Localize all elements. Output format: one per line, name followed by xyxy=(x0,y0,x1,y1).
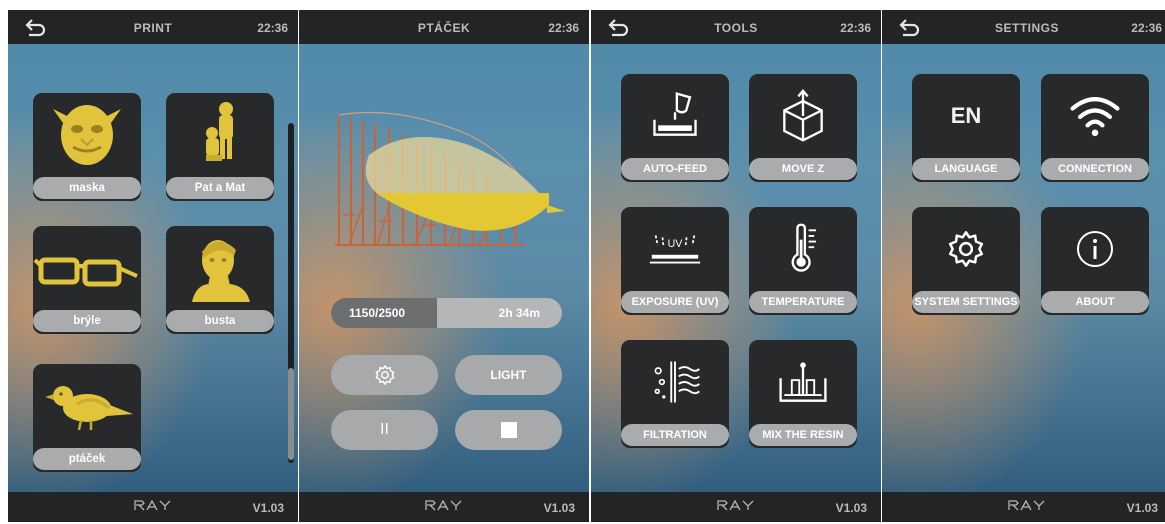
model-label: maska xyxy=(33,177,141,199)
top-bar: PTÁČEK 22:36 xyxy=(299,10,589,44)
tool-label: MOVE Z xyxy=(749,158,857,180)
tool-filtration[interactable]: FILTRATION xyxy=(621,340,729,448)
clock: 22:36 xyxy=(257,21,288,35)
model-tile-maska[interactable]: maska xyxy=(33,93,141,201)
version-label: V1.03 xyxy=(252,501,284,515)
model-label: brýle xyxy=(33,310,141,332)
model-label: Pat a Mat xyxy=(166,177,274,199)
clock: 22:36 xyxy=(548,21,579,35)
tool-label: MIX THE RESIN xyxy=(749,424,857,446)
clock: 22:36 xyxy=(840,21,871,35)
scrollbar-thumb[interactable] xyxy=(288,368,294,460)
print-job-screen: PTÁČEK 22:36 1150/2500 2h 34m LIGHT II V… xyxy=(299,10,589,522)
mix-resin-icon xyxy=(779,362,827,402)
model-label: busta xyxy=(166,310,274,332)
top-bar: TOOLS 22:36 xyxy=(591,10,881,44)
setting-system[interactable]: SYSTEM SETTINGS xyxy=(912,207,1020,315)
setting-label: LANGUAGE xyxy=(912,158,1020,180)
gear-icon xyxy=(948,231,984,267)
screen-title: TOOLS xyxy=(714,21,758,35)
stop-icon xyxy=(500,422,517,438)
tool-temperature[interactable]: TEMPERATURE xyxy=(749,207,857,315)
version-label: V1.03 xyxy=(835,501,867,515)
tools-screen: TOOLS 22:36 AUTO-FEED MOVE Z UV EXPOSURE… xyxy=(591,10,881,522)
bottom-bar: V1.03 xyxy=(591,492,881,522)
tool-move-z[interactable]: MOVE Z xyxy=(749,74,857,182)
bottom-bar: V1.03 xyxy=(299,492,589,522)
job-settings-button[interactable] xyxy=(331,355,438,395)
screen-title: PTÁČEK xyxy=(417,21,471,35)
thermometer-icon xyxy=(791,223,817,272)
tool-auto-feed[interactable]: AUTO-FEED xyxy=(621,74,729,182)
ray-logo xyxy=(425,499,462,511)
screen-title: PRINT xyxy=(133,21,173,35)
top-bar: SETTINGS 22:36 xyxy=(882,10,1165,44)
ray-logo xyxy=(717,499,754,511)
setting-language[interactable]: EN LANGUAGE xyxy=(912,74,1020,182)
setting-about[interactable]: ABOUT xyxy=(1041,207,1149,315)
auto-feed-icon xyxy=(653,92,697,136)
tool-label: TEMPERATURE xyxy=(749,291,857,313)
model-tile-busta[interactable]: busta xyxy=(166,226,274,334)
layer-counter: 1150/2500 xyxy=(349,306,406,320)
pause-button[interactable]: II xyxy=(331,410,438,450)
language-code: EN xyxy=(950,103,982,128)
svg-text:UV: UV xyxy=(668,238,684,250)
tool-label: AUTO-FEED xyxy=(621,158,729,180)
tool-mix-resin[interactable]: MIX THE RESIN xyxy=(749,340,857,448)
bust-model-icon xyxy=(192,240,250,302)
figures-model-icon xyxy=(206,102,233,161)
ray-logo xyxy=(134,499,171,511)
version-label: V1.03 xyxy=(543,501,575,515)
model-tile-pat-a-mat[interactable]: Pat a Mat xyxy=(166,93,274,201)
settings-screen: SETTINGS 22:36 EN LANGUAGE CONNECTION SY… xyxy=(882,10,1165,522)
model-label: ptáček xyxy=(33,448,141,470)
tool-label: FILTRATION xyxy=(621,424,729,446)
print-screen: PRINT 22:36 maska Pat a Mat brýle busta … xyxy=(8,10,298,522)
print-preview-image xyxy=(335,111,565,246)
bottom-bar: V1.03 xyxy=(882,492,1165,522)
setting-label: ABOUT xyxy=(1041,291,1149,313)
model-tile-ptacek[interactable]: ptáček xyxy=(33,364,141,472)
bird-model-icon xyxy=(45,386,133,431)
top-bar: PRINT 22:36 xyxy=(8,10,298,44)
stop-button[interactable] xyxy=(455,410,562,450)
wifi-icon xyxy=(1070,97,1120,137)
info-icon xyxy=(1077,231,1113,267)
bottom-bar: V1.03 xyxy=(8,492,298,522)
mask-model-icon xyxy=(53,105,121,165)
tool-label: EXPOSURE (UV) xyxy=(621,291,729,313)
setting-label: SYSTEM SETTINGS xyxy=(912,291,1020,313)
version-label: V1.03 xyxy=(1126,501,1158,515)
model-tile-bryle[interactable]: brýle xyxy=(33,226,141,334)
gear-icon xyxy=(375,365,394,385)
layer-progress-bar: 1150/2500 2h 34m xyxy=(331,298,562,328)
uv-exposure-icon: UV xyxy=(649,235,701,264)
ray-logo xyxy=(1008,499,1045,511)
clock: 22:36 xyxy=(1131,21,1162,35)
move-z-icon xyxy=(783,88,823,142)
filtration-icon xyxy=(654,361,700,403)
tool-exposure-uv[interactable]: UV EXPOSURE (UV) xyxy=(621,207,729,315)
screen-title: SETTINGS xyxy=(994,21,1059,35)
setting-connection[interactable]: CONNECTION xyxy=(1041,74,1149,182)
light-button[interactable]: LIGHT xyxy=(455,355,562,395)
time-remaining: 2h 34m xyxy=(498,306,540,320)
setting-label: CONNECTION xyxy=(1041,158,1149,180)
glasses-model-icon xyxy=(33,257,138,287)
